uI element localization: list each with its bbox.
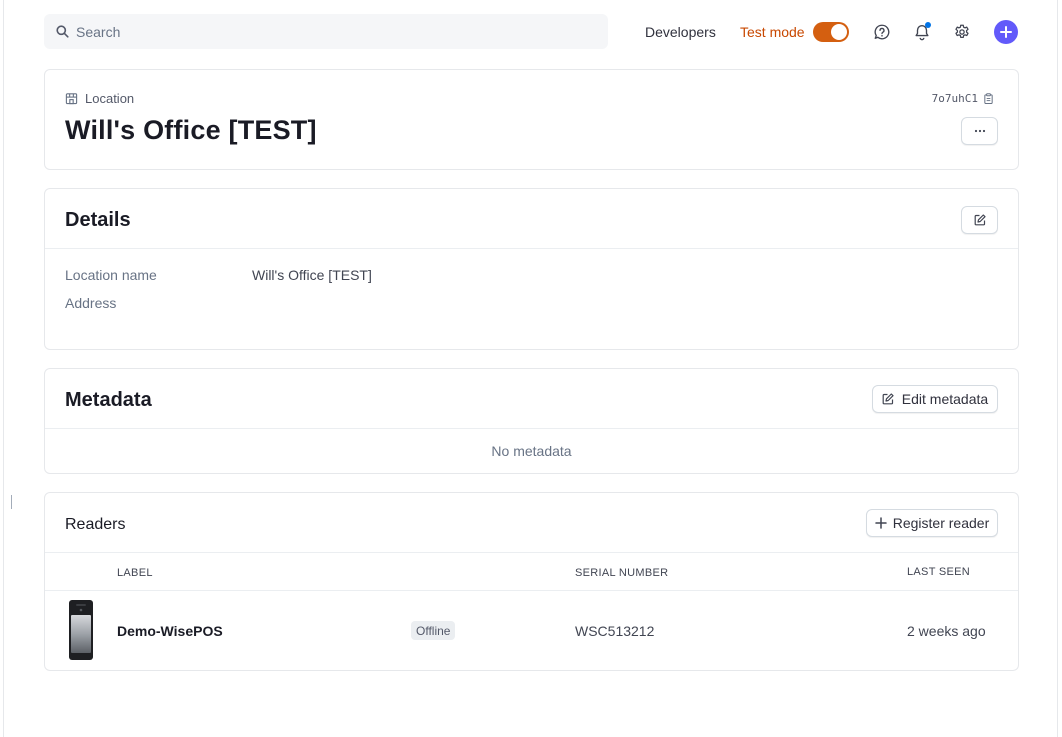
text-cursor <box>11 495 12 509</box>
create-button[interactable] <box>994 20 1018 44</box>
settings-button[interactable] <box>952 22 972 42</box>
column-header-last-seen[interactable]: LAST SEEN <box>907 566 970 578</box>
test-mode-label[interactable]: Test mode <box>740 18 805 46</box>
notification-dot <box>925 22 931 28</box>
readers-title: Readers <box>65 516 126 533</box>
detail-label: Location name <box>65 267 157 283</box>
reader-label[interactable]: Demo-WisePOS <box>117 623 223 639</box>
readers-card: Readers Register reader LABEL SERIAL NUM… <box>44 492 1019 671</box>
location-kicker: Location <box>65 91 134 106</box>
gear-icon <box>955 24 969 39</box>
detail-value: Will's Office [TEST] <box>252 267 372 283</box>
search-input[interactable] <box>76 23 576 40</box>
details-title: Details <box>65 209 131 231</box>
test-mode-toggle[interactable] <box>813 22 849 42</box>
page-border-left <box>3 0 4 737</box>
details-card: Details Location name Will's Office [TES… <box>44 188 1019 350</box>
reader-last-seen: 2 weeks ago <box>907 623 986 639</box>
table-divider <box>45 590 1018 591</box>
register-reader-label: Register reader <box>892 515 990 531</box>
empty-metadata-text: No metadata <box>491 443 572 459</box>
edit-metadata-button[interactable]: Edit metadata <box>872 385 998 413</box>
page-title: Will's Office [TEST] <box>65 115 317 145</box>
location-id[interactable]: 7o7uhC1 <box>932 92 994 105</box>
metadata-header: Metadata Edit metadata <box>45 369 1018 429</box>
store-icon <box>65 93 78 105</box>
search-icon <box>56 25 69 38</box>
location-kicker-label: Location <box>85 91 135 106</box>
scrollbar-track[interactable] <box>1057 0 1058 737</box>
clipboard-icon[interactable] <box>983 93 994 104</box>
search-bar[interactable] <box>44 14 608 49</box>
column-header-label[interactable]: LABEL <box>117 567 153 579</box>
card-reader-device-icon <box>69 600 93 660</box>
reader-serial-number: WSC513212 <box>575 623 655 639</box>
edit-details-button[interactable] <box>961 206 998 234</box>
developers-link[interactable]: Developers <box>645 18 716 46</box>
location-id-text: 7o7uhC1 <box>931 92 978 105</box>
metadata-card: Metadata Edit metadata No metadata <box>44 368 1019 474</box>
column-header-serial[interactable]: SERIAL NUMBER <box>575 567 668 579</box>
location-header-card: Location Will's Office [TEST] 7o7uhC1 <box>44 69 1019 170</box>
help-button[interactable] <box>872 22 892 42</box>
ellipsis-icon <box>974 129 985 133</box>
details-header: Details <box>45 189 1018 249</box>
status-badge: Offline <box>411 621 456 640</box>
readers-header: Readers Register reader <box>45 493 1018 553</box>
plus-icon <box>1000 26 1012 38</box>
edit-icon <box>882 393 894 405</box>
edit-icon <box>974 214 986 226</box>
help-icon <box>874 24 890 40</box>
more-actions-button[interactable] <box>961 117 998 145</box>
notifications-button[interactable] <box>912 22 932 42</box>
toggle-knob <box>831 24 847 40</box>
register-reader-button[interactable]: Register reader <box>866 509 998 537</box>
detail-label: Address <box>65 295 117 311</box>
edit-metadata-label: Edit metadata <box>901 391 989 407</box>
plus-icon <box>875 517 887 529</box>
metadata-title: Metadata <box>65 389 152 411</box>
